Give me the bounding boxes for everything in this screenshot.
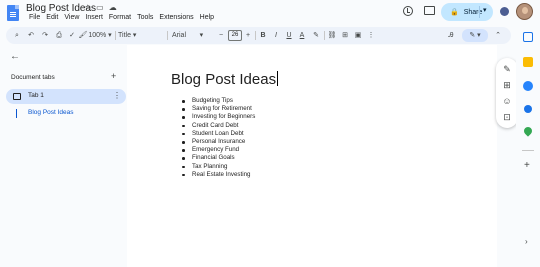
menu-tools[interactable]: Tools [134, 14, 156, 21]
share-button[interactable]: 🔒 Share ▾ [441, 3, 493, 21]
bulleted-list[interactable]: Budgeting Tips Saving for Retirement Inv… [182, 97, 255, 179]
add-comment-icon[interactable]: ⊞ [501, 79, 513, 91]
outline-item[interactable]: Blog Post Ideas [28, 109, 74, 116]
toolbar: ⌕ ↶ ↷ ⎙ ✓ 🖌 100% ▾ Title ▾ Arial ▾ − 26 … [6, 27, 511, 44]
list-item[interactable]: Credit Card Debt [182, 122, 255, 130]
keep-icon[interactable] [523, 57, 533, 67]
editing-mode-select[interactable]: ✎ ▾ [462, 29, 488, 42]
bold-button[interactable]: B [258, 27, 268, 44]
add-comment-icon[interactable]: ⊞ [340, 27, 350, 44]
lock-icon: 🔒 [450, 9, 459, 16]
list-item[interactable]: Emergency Fund [182, 146, 255, 154]
calendar-icon[interactable] [523, 32, 533, 42]
list-item[interactable]: Personal Insurance [182, 138, 255, 146]
text-cursor [277, 71, 279, 86]
emoji-reaction-icon[interactable]: ☺ [501, 95, 513, 107]
text-color-button[interactable]: A [297, 27, 307, 44]
menu-extensions[interactable]: Extensions [156, 14, 196, 21]
spellcheck-icon[interactable]: ✓ [67, 27, 77, 44]
tab-more-icon[interactable]: ⋮ [113, 91, 121, 100]
star-icon[interactable]: ☆ [84, 3, 91, 12]
font-size-input[interactable]: 26 [228, 30, 242, 41]
comment-icon[interactable] [424, 6, 435, 15]
menu-file[interactable]: File [26, 14, 43, 21]
cloud-status-icon[interactable]: ☁ [109, 3, 117, 12]
document-tabs-panel: ← Document tabs + Tab 1 ⋮ Blog Post Idea… [0, 45, 127, 267]
tasks-icon[interactable] [523, 81, 533, 91]
list-item[interactable]: Budgeting Tips [182, 97, 255, 105]
underline-button[interactable]: U [284, 27, 294, 44]
menu-bar: File Edit View Insert Format Tools Exten… [26, 14, 217, 21]
side-panel-rail: + › [516, 26, 540, 267]
link-icon[interactable]: ⛓ [327, 27, 337, 44]
menu-format[interactable]: Format [106, 14, 134, 21]
tab-label: Tab 1 [28, 92, 44, 99]
hide-menus-icon[interactable]: ⌃ [493, 27, 503, 44]
docs-logo-icon[interactable] [7, 5, 19, 21]
add-tab-button[interactable]: + [111, 71, 116, 81]
paint-format-icon[interactable]: 🖌 [78, 27, 88, 44]
menu-view[interactable]: View [61, 14, 82, 21]
avatar[interactable] [516, 3, 533, 20]
menu-help[interactable]: Help [197, 14, 217, 21]
print-icon[interactable]: ⎙ [54, 27, 64, 44]
document-heading[interactable]: Blog Post Ideas [171, 71, 279, 88]
font-select[interactable]: Arial ▾ [172, 27, 212, 44]
text-tools-icon[interactable]: Ꭿ [446, 27, 456, 44]
share-dropdown-icon[interactable]: ▾ [483, 6, 487, 14]
search-icon[interactable]: ⌕ [12, 27, 22, 44]
get-add-ons-icon[interactable]: + [524, 160, 530, 171]
title-icons: ☆ ▭ ☁ [84, 3, 117, 12]
history-icon[interactable] [403, 6, 413, 16]
document-page[interactable]: Blog Post Ideas Budgeting Tips Saving fo… [127, 45, 497, 267]
list-item[interactable]: Tax Planning [182, 163, 255, 171]
title-bar: Blog Post Ideas ☆ ▭ ☁ File Edit View Ins… [0, 0, 540, 26]
tab-icon [13, 93, 21, 100]
insert-image-icon[interactable]: ▣ [353, 27, 363, 44]
list-item[interactable]: Saving for Retirement [182, 105, 255, 113]
list-item[interactable]: Student Loan Debt [182, 130, 255, 138]
redo-icon[interactable]: ↷ [40, 27, 50, 44]
gemini-icon[interactable] [500, 7, 509, 16]
menu-edit[interactable]: Edit [43, 14, 61, 21]
increase-font-size-button[interactable]: + [244, 27, 252, 44]
document-tabs-heading: Document tabs [11, 74, 55, 81]
tab-item-tab-1[interactable]: Tab 1 ⋮ [6, 89, 126, 104]
ai-write-icon[interactable]: ✎ [501, 63, 513, 75]
list-item[interactable]: Financial Goals [182, 154, 255, 162]
floating-toolbar: ✎ ⊞ ☺ ⊡ [496, 58, 518, 128]
decrease-font-size-button[interactable]: − [217, 27, 225, 44]
move-folder-icon[interactable]: ▭ [96, 3, 104, 12]
undo-icon[interactable]: ↶ [26, 27, 36, 44]
italic-button[interactable]: I [271, 27, 281, 44]
zoom-select[interactable]: 100% ▾ [88, 27, 112, 44]
back-arrow-icon[interactable]: ← [10, 51, 20, 62]
outline-indicator [16, 109, 17, 118]
contacts-icon[interactable] [524, 105, 532, 113]
maps-icon[interactable] [522, 125, 534, 137]
list-item[interactable]: Real Estate Investing [182, 171, 255, 179]
show-side-panel-icon[interactable]: › [525, 237, 528, 246]
more-options-icon[interactable]: ⋮ [366, 27, 376, 44]
menu-insert[interactable]: Insert [82, 14, 106, 21]
suggest-edits-icon[interactable]: ⊡ [501, 111, 513, 123]
list-item[interactable]: Investing for Beginners [182, 113, 255, 121]
highlight-icon[interactable]: ✎ [311, 27, 321, 44]
style-select[interactable]: Title ▾ [118, 27, 150, 44]
